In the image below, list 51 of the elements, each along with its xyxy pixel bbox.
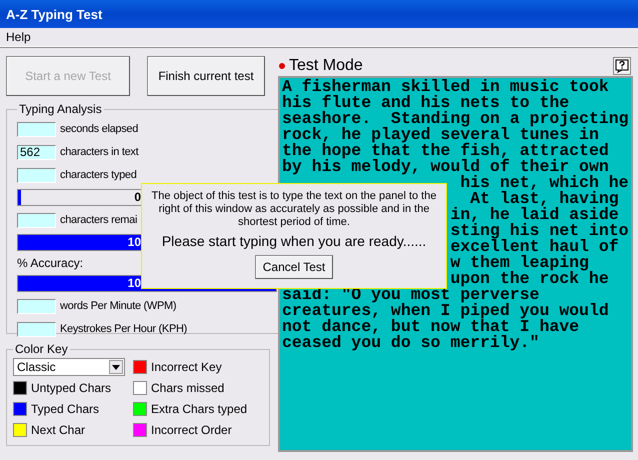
- passage-line: not dance, but now that I have: [282, 317, 580, 336]
- color-label: Next Char: [31, 423, 86, 437]
- stat-value: 562: [20, 145, 40, 159]
- dialog-prompt: Please start typing when you are ready......: [162, 233, 426, 249]
- stat-label: characters in text: [60, 146, 138, 158]
- color-label: Extra Chars typed: [151, 402, 248, 416]
- passage-line: sting his net into: [450, 221, 629, 240]
- dialog-message: The object of this test is to type the text on the panel to the right of this window as accurately as possible and in the shortest period of time.: [150, 190, 438, 229]
- stat-field[interactable]: [17, 298, 56, 314]
- passage-line: excellent haul of: [450, 237, 619, 256]
- passage-line: creatures, when I piped you would: [282, 301, 609, 320]
- color-label: Incorrect Key: [151, 360, 222, 374]
- group-title: Typing Analysis: [18, 102, 103, 116]
- stat-label: seconds elapsed: [60, 123, 138, 135]
- stat-field[interactable]: [17, 168, 56, 182]
- scheme-dropdown[interactable]: Classic: [13, 358, 125, 376]
- passage-line: the hope that the fish, attracted: [282, 141, 609, 160]
- stat-label: Keystrokes Per Hour (KPH): [60, 323, 187, 335]
- stat-field[interactable]: [17, 322, 56, 336]
- progress-reading: 0: [133, 190, 141, 205]
- finish-test-button[interactable]: Finish current test: [147, 56, 265, 96]
- mode-title: Test Mode: [289, 57, 364, 75]
- passage-line: his flute and his nets to the: [282, 93, 570, 112]
- menu-item[interactable]: Help: [6, 30, 31, 44]
- passage-line: upon the rock he: [450, 269, 609, 288]
- stat-field[interactable]: [17, 122, 56, 136]
- passage-line: A fisherman skilled in music took: [282, 78, 609, 96]
- color-label: Untyped Chars: [31, 381, 112, 395]
- passage-line: At last, having: [470, 189, 619, 208]
- progress-reading: 10: [126, 276, 141, 291]
- help-icon[interactable]: [612, 57, 631, 75]
- color-label: Incorrect Order: [151, 423, 232, 437]
- passage-line: his net, which he: [460, 173, 629, 192]
- color-label: Chars missed: [151, 381, 224, 395]
- passage-line: rock, he played several tunes in: [282, 125, 599, 144]
- progress-reading: 10: [126, 235, 141, 250]
- stat-label: characters remai: [60, 214, 138, 226]
- passage-line: by his melody, would of their own: [282, 157, 609, 176]
- stat-field[interactable]: 562: [17, 144, 56, 160]
- color-label: Typed Chars: [31, 402, 100, 416]
- passage-line: w them leaping: [450, 253, 589, 272]
- window-title: A-Z Typing Test: [6, 6, 102, 22]
- stat-label: words Per Minute (WPM): [60, 300, 176, 312]
- passage-line: seashore. Standing on a projecting: [282, 109, 629, 128]
- group-title: Color Key: [14, 342, 69, 356]
- passage-line: in, he laid aside: [450, 205, 619, 224]
- status-dot-icon: [279, 63, 285, 69]
- stat-field[interactable]: [17, 212, 56, 228]
- passage-line: ceased you do so merrily.": [282, 333, 540, 352]
- stat-label: characters typed: [60, 169, 137, 181]
- cancel-test-button[interactable]: Cancel Test: [255, 255, 333, 279]
